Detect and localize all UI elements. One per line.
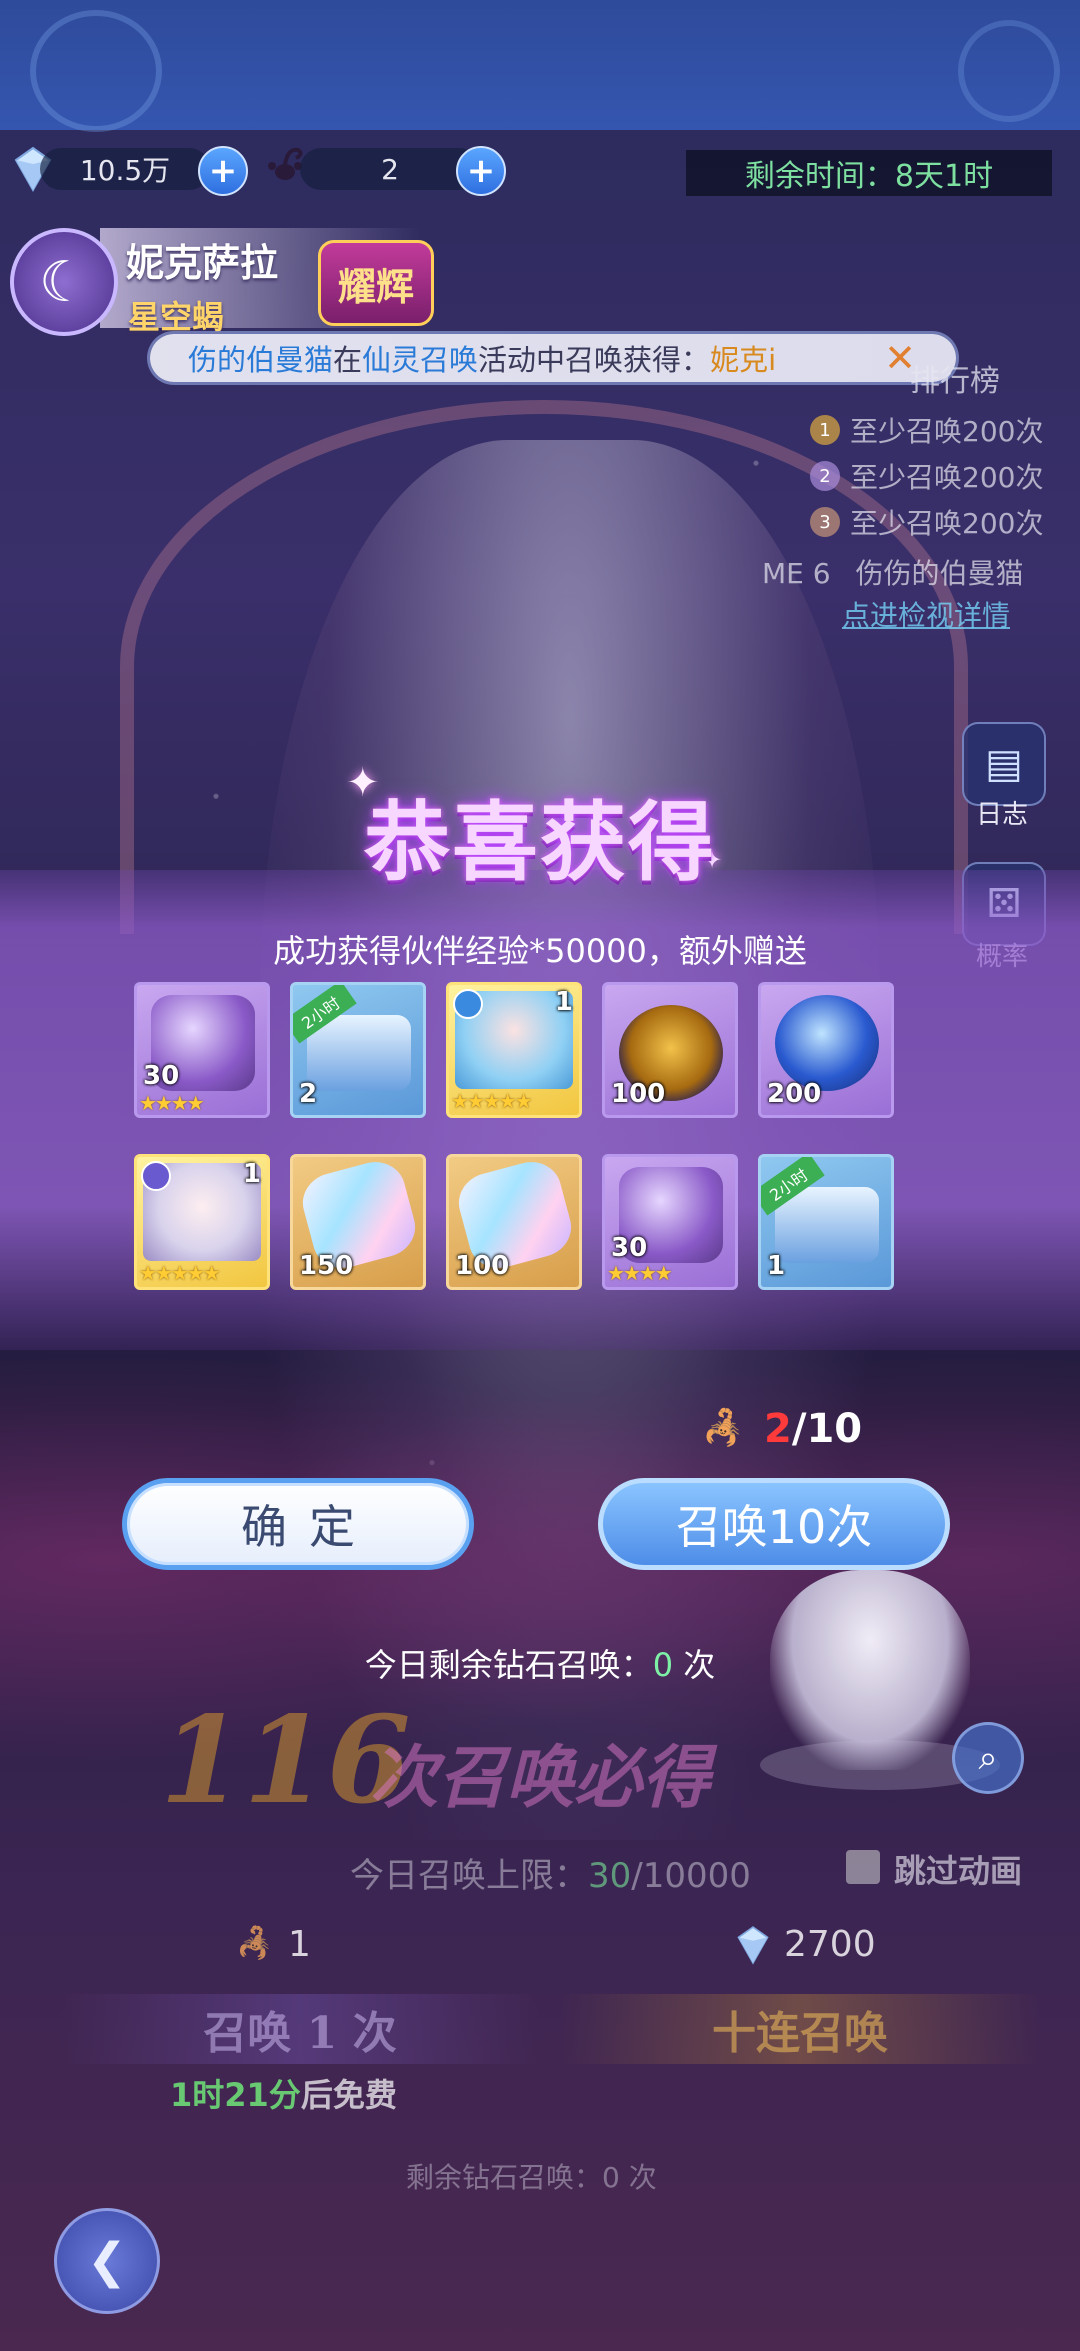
- congrats-title: 恭喜获得: [364, 792, 716, 893]
- search-icon[interactable]: ⌕: [952, 1722, 1024, 1794]
- reward-item[interactable]: 2小时 2: [290, 982, 426, 1118]
- diamond-icon: [730, 1922, 776, 1972]
- progress-current: 2: [764, 1406, 792, 1452]
- summon-progress: 2/10: [764, 1406, 862, 1452]
- ranking-row: 2 至少召唤200次: [810, 456, 1043, 496]
- remaining-diamond-summons: 剩余钻石召唤：0 次: [406, 2156, 657, 2196]
- scorpion-icon: 🦂: [702, 1408, 745, 1448]
- scorpion-cost: 1: [288, 1924, 311, 1965]
- diamond-summons-unit: 次: [673, 1646, 716, 1684]
- remaining-label: 剩余钻石召唤：: [406, 2161, 603, 2194]
- glory-badge: 耀辉: [318, 240, 434, 326]
- reward-item[interactable]: 100: [446, 1154, 582, 1290]
- rarity-stars: ★★★★: [607, 1261, 673, 1285]
- remaining-unit: 次: [619, 2161, 657, 2194]
- summon-once-label: 召唤 1 次: [203, 2008, 397, 2059]
- item-quantity: 1: [767, 1251, 786, 1281]
- reward-item[interactable]: 100: [602, 982, 738, 1118]
- guarantee-text: 次召唤必得: [370, 1738, 711, 1818]
- diamond-summons-label: 今日剩余钻石召唤：: [364, 1646, 653, 1684]
- rank-number: 1: [810, 415, 840, 445]
- rank-text: 至少召唤200次: [850, 507, 1044, 540]
- daily-limit-label: 今日召唤上限：: [350, 1856, 588, 1896]
- progress-total: /10: [791, 1406, 863, 1452]
- marquee-text: 在: [333, 343, 363, 377]
- rank-number: 2: [810, 461, 840, 491]
- reward-hero-card[interactable]: 1 ★★★★★: [134, 1154, 270, 1290]
- ranking-row: 3 至少召唤200次: [810, 502, 1043, 542]
- daily-limit-total: /10000: [631, 1856, 751, 1896]
- rank-text: 至少召唤200次: [850, 415, 1044, 448]
- item-quantity: 150: [299, 1251, 354, 1281]
- item-quantity: 30: [611, 1233, 648, 1263]
- diamond-count: 10.5万: [40, 148, 210, 190]
- rarity-stars: ★★★★★: [139, 1261, 221, 1285]
- add-scorpion-button[interactable]: +: [456, 146, 506, 196]
- ranking-title: 排行榜: [910, 364, 1000, 399]
- remaining-value: 0: [602, 2161, 620, 2194]
- card-count: 1: [554, 987, 573, 1017]
- summon-ten-label: 十连召唤: [712, 2008, 888, 2059]
- reward-item[interactable]: 200: [758, 982, 894, 1118]
- confirm-button[interactable]: 确定: [122, 1478, 474, 1570]
- log-label: 日志: [975, 800, 1028, 830]
- reward-hero-card[interactable]: 1 ★★★★★: [446, 982, 582, 1118]
- reward-message: 成功获得伙伴经验*50000，额外赠送: [273, 932, 807, 970]
- rarity-stars: ★★★★★: [451, 1089, 533, 1113]
- summon-ten-button[interactable]: 十连召唤: [560, 1994, 1040, 2064]
- summon-10-button[interactable]: 召唤10次: [598, 1478, 950, 1570]
- summon-once-button[interactable]: 召唤 1 次: [60, 1994, 540, 2064]
- moon-badge-icon: ☾: [10, 228, 118, 336]
- add-diamond-button[interactable]: +: [198, 146, 248, 196]
- back-arrow-icon: ❮: [86, 2233, 128, 2289]
- element-badge-icon: [453, 989, 483, 1019]
- marquee-text: 活动中召唤获得：: [478, 343, 711, 377]
- marquee-player: 伤的伯曼猫: [188, 343, 334, 377]
- diamond-cost: 2700: [784, 1924, 876, 1965]
- reward-item[interactable]: 2小时 1: [758, 1154, 894, 1290]
- hero-name: 妮克萨拉: [126, 241, 279, 285]
- item-quantity: 30: [143, 1061, 180, 1091]
- skip-animation-label: 跳过动画: [894, 1852, 1023, 1890]
- free-time: 1时21分: [170, 2076, 301, 2114]
- ranking-detail-link[interactable]: 点进检视详情: [842, 594, 1010, 634]
- scorpion-icon: 🦂: [236, 1926, 274, 1961]
- item-quantity: 200: [767, 1079, 822, 1109]
- rarity-stars: ★★★★: [139, 1091, 205, 1115]
- my-rank-name: 伤伤的伯曼猫: [855, 557, 1024, 590]
- free-suffix: 后免费: [300, 2076, 397, 2114]
- back-button[interactable]: ❮: [54, 2208, 160, 2314]
- item-quantity: 100: [455, 1251, 510, 1281]
- item-quantity: 2: [299, 1079, 318, 1109]
- my-rank: ME 6 伤伤的伯曼猫: [762, 552, 1024, 592]
- skip-animation-checkbox[interactable]: [846, 1850, 880, 1884]
- reward-item[interactable]: 150: [290, 1154, 426, 1290]
- hero-subtitle: 星空蝎: [128, 298, 225, 336]
- moon-badge-icon: [141, 1161, 171, 1191]
- swirl-decoration: [30, 10, 162, 132]
- rank-text: 至少召唤200次: [850, 461, 1044, 494]
- diamond-summons-value: 0: [652, 1646, 674, 1684]
- card-count: 1: [242, 1159, 261, 1189]
- broadcast-marquee: 伤的伯曼猫 在 仙灵召唤 活动中召唤获得： 妮克i: [150, 334, 956, 382]
- free-summon-timer: 1时21分后免费: [170, 2070, 397, 2116]
- swirl-decoration: [958, 20, 1060, 122]
- rank-number: 3: [810, 507, 840, 537]
- scorpion-count: 2: [300, 148, 480, 190]
- daily-limit: 今日召唤上限：30/10000: [350, 1848, 751, 1897]
- item-quantity: 100: [611, 1079, 666, 1109]
- marquee-item: 妮克i: [710, 343, 777, 377]
- reward-item[interactable]: ★★★★ 30: [134, 982, 270, 1118]
- remaining-time: 剩余时间：8天1时: [686, 150, 1052, 196]
- top-banner: [0, 0, 1080, 132]
- daily-limit-current: 30: [588, 1856, 632, 1896]
- my-rank-label: ME 6: [762, 557, 831, 590]
- reward-item[interactable]: ★★★★ 30: [602, 1154, 738, 1290]
- marquee-activity: 仙灵召唤: [362, 343, 479, 377]
- ranking-row: 1 至少召唤200次: [810, 410, 1043, 450]
